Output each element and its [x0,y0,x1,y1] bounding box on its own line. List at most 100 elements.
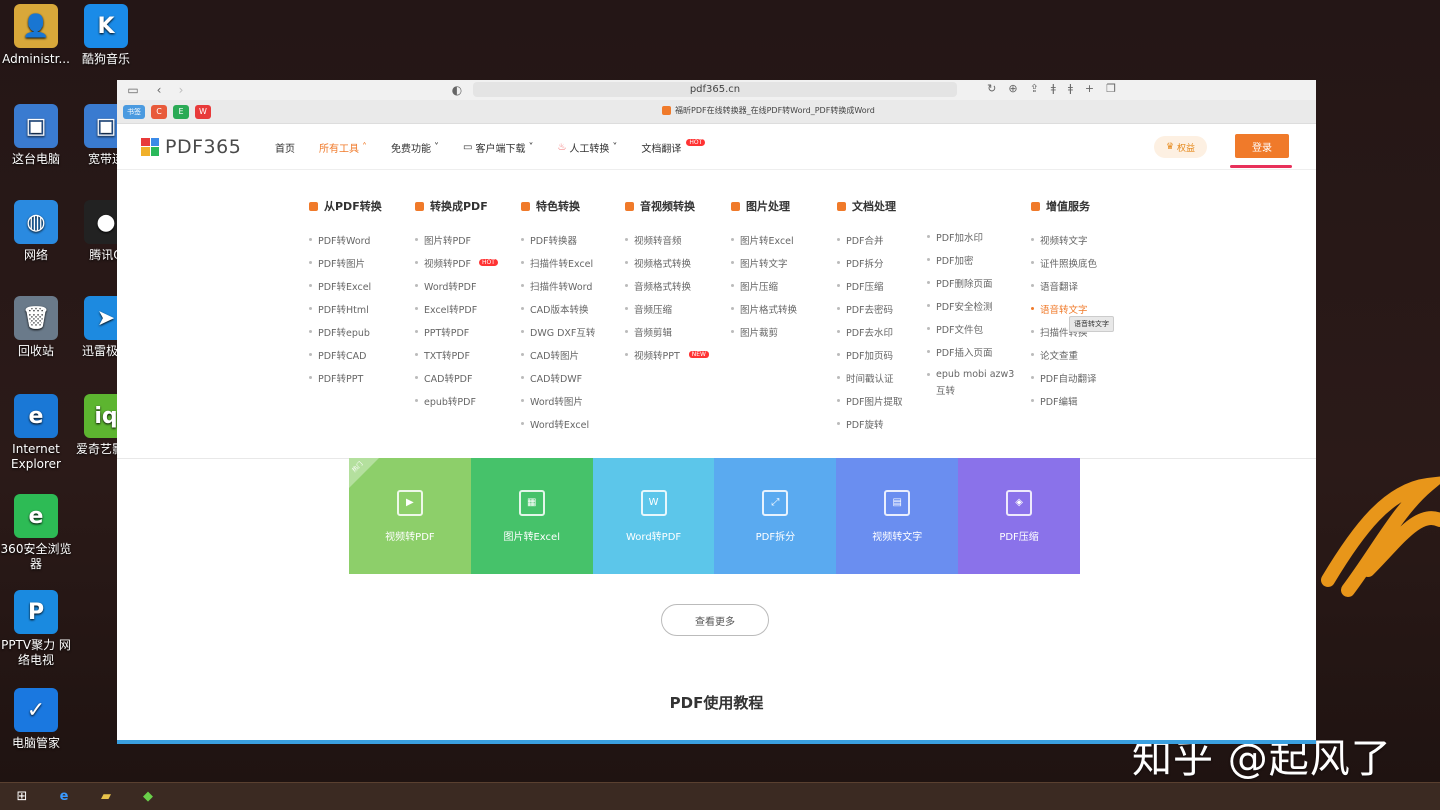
back-icon[interactable]: ‹ [151,82,167,98]
pdf365-logo[interactable]: PDF365 [141,136,241,158]
menu-item[interactable]: PDF转换器 [521,228,595,251]
menu-item[interactable]: epub转PDF [415,389,498,412]
menu-item[interactable]: 图片压缩 [731,274,797,297]
translate-alt-icon[interactable]: ǂ [1068,82,1073,95]
menu-item[interactable]: 时间戳认证 [837,366,903,389]
menu-item[interactable]: PDF加密 [927,248,1014,271]
active-tab[interactable]: 福昕PDF在线转换器_在线PDF转Word_PDF转换成Word [662,105,875,116]
menu-item[interactable]: PDF转图片 [309,251,382,274]
menu-item[interactable]: TXT转PDF [415,343,498,366]
benefits-button[interactable]: ♛ 权益 [1154,136,1207,158]
windows-start-icon[interactable]: ⊞ [12,788,32,806]
feature-tile[interactable]: ◈ PDF压缩 [958,458,1080,574]
menu-item[interactable]: PDF转CAD [309,343,382,366]
nav-free-features[interactable]: 免费功能 ˅ [391,140,439,155]
menu-item[interactable]: PDF文件包 [927,317,1014,340]
menu-item[interactable]: 图片裁剪 [731,320,797,343]
tabs-overview-icon[interactable]: ❐ [1106,82,1116,95]
menu-item[interactable]: PDF旋转 [837,412,903,435]
menu-item[interactable]: PDF转Word [309,228,382,251]
menu-item[interactable]: PDF加页码 [837,343,903,366]
menu-item[interactable]: 证件照换底色 [1031,251,1097,274]
shield-icon[interactable]: ◐ [449,82,465,98]
download-icon[interactable]: ⊕ [1008,82,1017,95]
menu-item[interactable]: PDF编辑 [1031,389,1097,412]
menu-item[interactable]: 视频转PPT NEW [625,343,709,366]
folder-taskbar-icon[interactable]: ▰ [96,788,116,806]
menu-item[interactable]: PDF拆分 [837,251,903,274]
tab-favicon-icon[interactable]: E [173,104,189,119]
desktop-icon[interactable]: e 360安全浏览器 [0,494,72,572]
menu-item[interactable]: CAD转PDF [415,366,498,389]
desktop-icon[interactable]: 🗑 回收站 [0,296,72,359]
menu-item[interactable]: 视频转文字 [1031,228,1097,251]
tab-favicon-icon[interactable]: 书签 [123,104,145,119]
view-more-button[interactable]: 查看更多 [661,604,769,636]
menu-item[interactable]: PDF去密码 [837,297,903,320]
feature-tile[interactable]: ▤ 视频转文字 [836,458,959,574]
login-button[interactable]: 登录 [1235,134,1289,158]
menu-item[interactable]: 视频格式转换 [625,251,709,274]
new-tab-icon[interactable]: + [1085,82,1094,95]
menu-item[interactable]: PDF转epub [309,320,382,343]
menu-item[interactable]: PDF插入页面 [927,340,1014,363]
tab-favicon-icon[interactable]: C [151,104,167,119]
nav-all-tools[interactable]: 所有工具 ˄ [319,140,367,155]
menu-item[interactable]: PDF转Html [309,297,382,320]
sidebar-toggle-icon[interactable]: ▭ [125,82,141,98]
menu-item[interactable]: PDF转Excel [309,274,382,297]
menu-item[interactable]: 扫描件转Word [521,274,595,297]
menu-item[interactable]: 视频转PDF HOT [415,251,498,274]
menu-item[interactable]: PDF合并 [837,228,903,251]
menu-item[interactable]: Word转图片 [521,389,595,412]
forward-icon[interactable]: › [173,82,189,98]
menu-item[interactable]: PDF图片提取 [837,389,903,412]
feature-tile[interactable]: 热门 ▶ 视频转PDF [349,458,471,574]
feature-tile[interactable]: W Word转PDF [592,458,715,574]
reload-icon[interactable]: ↻ [987,82,996,95]
menu-item[interactable]: 扫描件转Excel [521,251,595,274]
ie-taskbar-icon[interactable]: e [54,788,74,806]
desktop-icon[interactable]: e Internet Explorer [0,394,72,472]
menu-item[interactable]: 论文查重 [1031,343,1097,366]
menu-item[interactable]: CAD版本转换 [521,297,595,320]
translate-icon[interactable]: ǂ [1051,82,1056,95]
menu-item[interactable]: PDF转PPT [309,366,382,389]
desktop-icon[interactable]: ◍ 网络 [0,200,72,263]
menu-item[interactable]: 音频压缩 [625,297,709,320]
menu-item[interactable]: CAD转图片 [521,343,595,366]
menu-item[interactable]: 图片转PDF [415,228,498,251]
nav-client-download[interactable]: ▭ 客户端下载 ˅ [463,140,533,155]
desktop-icon[interactable]: ✓ 电脑管家 [0,688,72,751]
desktop-icon[interactable]: P PPTV聚力 网络电视 [0,590,72,668]
menu-item[interactable]: Word转Excel [521,412,595,435]
menu-item[interactable]: 互转 [927,378,1014,401]
share-icon[interactable]: ⇪ [1030,82,1039,95]
nav-manual-convert[interactable]: ♨ 人工转换 ˅ [557,140,617,155]
menu-item[interactable]: PDF压缩 [837,274,903,297]
menu-item[interactable]: DWG DXF互转 [521,320,595,343]
address-bar[interactable]: pdf365.cn [473,82,957,97]
menu-item[interactable]: PPT转PDF [415,320,498,343]
menu-item[interactable]: 语音翻译 [1031,274,1097,297]
menu-item[interactable]: PDF加水印 [927,225,1014,248]
menu-item[interactable]: CAD转DWF [521,366,595,389]
nav-doc-translate[interactable]: 文档翻译 HOT [641,139,706,155]
feature-tile[interactable]: ⤢ PDF拆分 [714,458,837,574]
menu-item[interactable]: Word转PDF [415,274,498,297]
desktop-icon[interactable]: K 酷狗音乐 [70,4,142,67]
desktop-icon[interactable]: 👤 Administr... [0,4,72,67]
menu-item[interactable]: 视频转音频 [625,228,709,251]
nav-home[interactable]: 首页 [275,140,295,155]
menu-item[interactable]: 图片转文字 [731,251,797,274]
menu-item[interactable]: PDF安全检测 [927,294,1014,317]
app-taskbar-icon[interactable]: ◆ [138,788,158,806]
menu-item[interactable]: PDF自动翻译 [1031,366,1097,389]
feature-tile[interactable]: ▦ 图片转Excel [470,458,593,574]
menu-item[interactable]: Excel转PDF [415,297,498,320]
menu-item[interactable]: 图片转Excel [731,228,797,251]
menu-item[interactable]: 音频剪辑 [625,320,709,343]
desktop-icon[interactable]: ▣ 这台电脑 [0,104,72,167]
tab-favicon-icon[interactable]: W [195,104,211,119]
menu-item[interactable]: 音频格式转换 [625,274,709,297]
